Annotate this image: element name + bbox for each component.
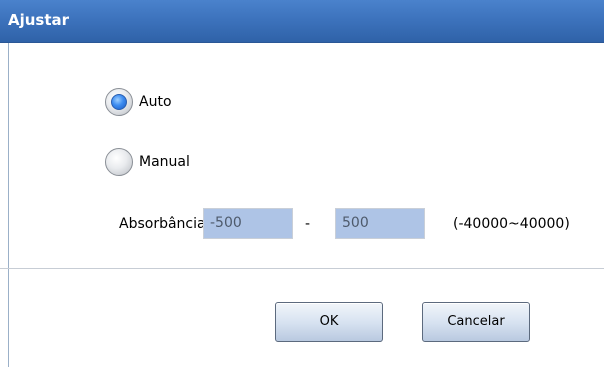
ok-button[interactable]: OK: [275, 302, 383, 342]
manual-radio-button[interactable]: [105, 148, 133, 176]
dialog-title: Ajustar: [8, 11, 70, 29]
auto-radio-label[interactable]: Auto: [139, 94, 172, 110]
title-bar[interactable]: Ajustar: [0, 0, 604, 43]
range-hint: (-40000~40000): [453, 216, 570, 232]
button-area-divider: [0, 268, 604, 269]
absorbance-label: Absorbância: [119, 216, 206, 232]
dialog-left-border: [8, 43, 9, 367]
absorbance-max-input[interactable]: 500: [335, 208, 425, 239]
radio-selected-indicator: [111, 94, 127, 110]
auto-radio-button[interactable]: [105, 88, 133, 116]
absorbance-min-input[interactable]: -500: [203, 208, 293, 239]
adjust-dialog: Ajustar Auto Manual Absorbância -500 - 5…: [0, 0, 604, 367]
range-separator: -: [305, 216, 311, 232]
manual-radio-label[interactable]: Manual: [139, 154, 190, 170]
cancel-button[interactable]: Cancelar: [422, 302, 530, 342]
